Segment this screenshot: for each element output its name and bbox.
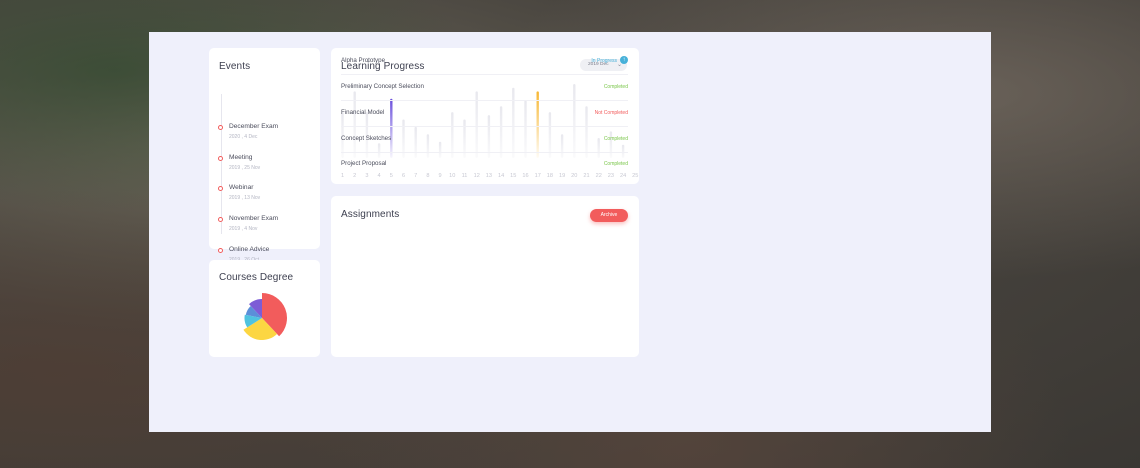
assignment-row[interactable]: Preliminary Concept Selection Completed <box>341 76 628 101</box>
timeline-dot-icon <box>218 186 223 191</box>
assignment-status: Completed <box>603 161 628 167</box>
event-item[interactable]: Meeting 2019 , 25 Nov <box>209 154 320 180</box>
event-item[interactable]: December Exam 2020 , 4 Dec <box>209 123 320 149</box>
archive-button[interactable]: Archive <box>590 209 628 222</box>
event-item[interactable]: November Exam 2019 , 4 Nov <box>209 215 320 241</box>
event-date: 2019 , 25 Nov <box>229 165 261 171</box>
row-divider <box>341 74 628 75</box>
assignment-row[interactable]: Project Proposal Completed <box>341 153 628 178</box>
assignment-name: Concept Sketches <box>341 135 392 142</box>
assignment-row[interactable]: Concept Sketches Completed <box>341 128 628 153</box>
assignment-status: Completed <box>603 84 628 90</box>
arrow-up-icon[interactable]: ↑ <box>620 56 628 64</box>
row-divider <box>341 126 628 127</box>
assignment-status: Completed <box>603 136 628 142</box>
x-tick-label: 25 <box>632 173 638 179</box>
event-date: 2019 , 4 Nov <box>229 226 258 232</box>
assignments-title: Assignments <box>341 209 400 220</box>
assignment-status: In Progress <box>591 58 617 64</box>
event-name: November Exam <box>229 215 279 222</box>
assignment-row[interactable]: Financial Model Not Completed <box>341 102 628 127</box>
timeline-dot-icon <box>218 125 223 130</box>
events-card: Events December Exam 2020 , 4 Dec Meetin… <box>209 48 320 263</box>
assignment-name: Alpha Prototype <box>341 57 386 64</box>
assignment-name: Financial Model <box>341 109 385 116</box>
event-item[interactable]: Webinar 2019 , 13 Nov <box>209 184 320 210</box>
courses-degree-card: Courses Degree <box>209 260 320 357</box>
event-name: Meeting <box>229 154 253 161</box>
event-date: 2019 , 13 Nov <box>229 195 261 201</box>
row-divider <box>341 100 628 101</box>
courses-pie-chart <box>243 293 287 341</box>
event-name: Online Advice <box>229 246 270 253</box>
courses-degree-title: Courses Degree <box>219 272 294 283</box>
timeline-dot-icon <box>218 248 223 253</box>
assignment-row[interactable]: Alpha Prototype In Progress ↑ <box>341 50 628 75</box>
assignment-name: Preliminary Concept Selection <box>341 83 424 90</box>
event-date: 2020 , 4 Dec <box>229 134 258 140</box>
event-name: December Exam <box>229 123 279 130</box>
events-title: Events <box>219 61 251 72</box>
assignment-name: Project Proposal <box>341 160 387 167</box>
assignment-status: Not Completed <box>594 110 628 116</box>
archive-button-label: Archive <box>600 212 618 218</box>
timeline-dot-icon <box>218 156 223 161</box>
timeline-dot-icon <box>218 217 223 222</box>
event-name: Webinar <box>229 184 254 191</box>
assignments-card: Assignments Archive Alpha Prototype In Pr… <box>331 56 639 357</box>
arrow-up-glyph: ↑ <box>622 57 626 63</box>
